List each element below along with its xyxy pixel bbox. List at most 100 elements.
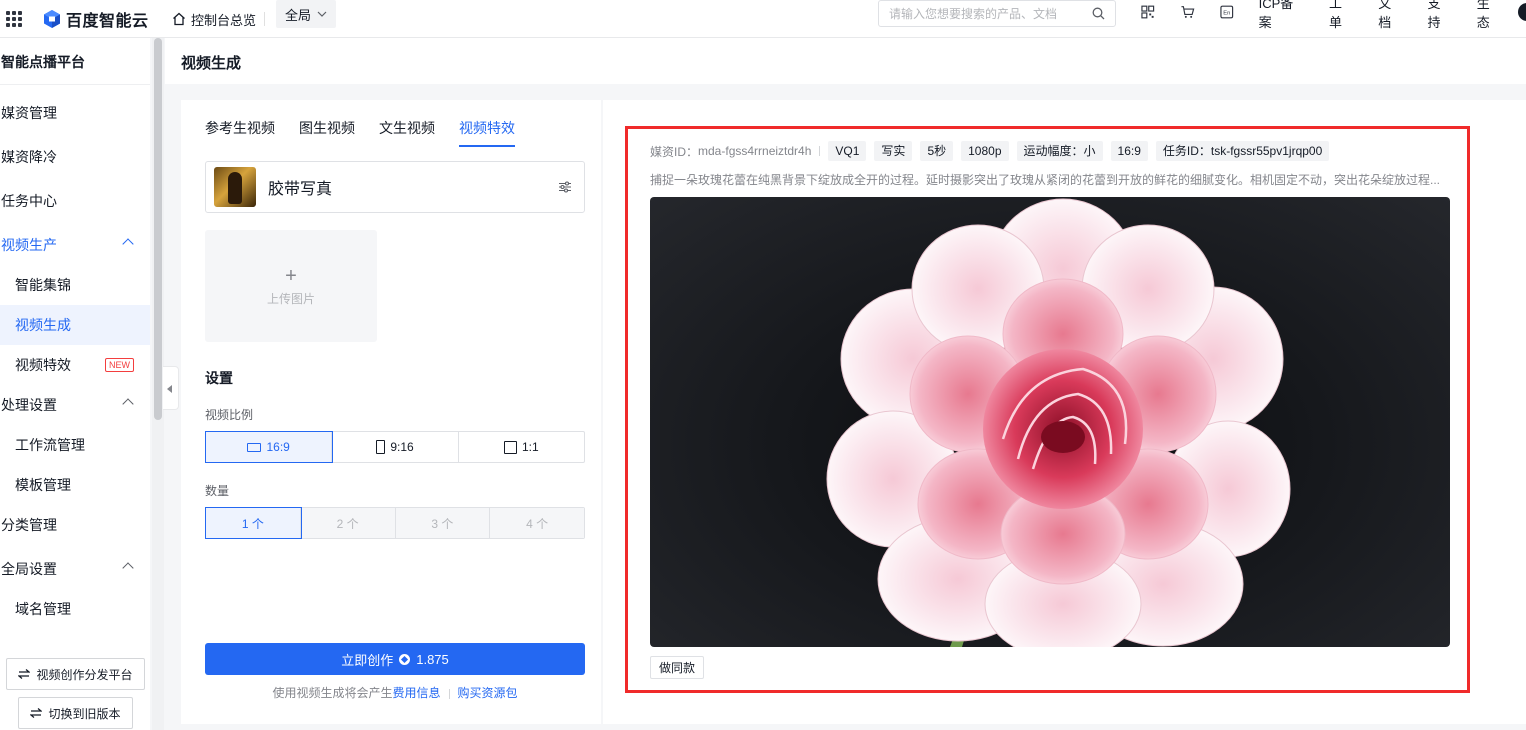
count-option-3[interactable]: 3 个 [395,508,491,538]
sidebar-group-video-production[interactable]: 视频生产 [0,225,150,265]
icp-link[interactable]: ICP备案 [1259,0,1305,31]
fee-info-link[interactable]: 费用信息 [392,686,440,700]
support-link[interactable]: 支持 [1427,0,1452,31]
ecosystem-link[interactable]: 生态 [1477,0,1502,31]
count-option-1[interactable]: 1 个 [205,507,302,539]
tab-reference-video[interactable]: 参考生视频 [205,118,275,147]
sidebar-group-processing[interactable]: 处理设置 [0,385,150,425]
square-icon [503,440,517,454]
sidebar-item-domains[interactable]: 域名管理 [0,589,150,629]
portrait-icon [376,440,386,454]
count-option-2[interactable]: 2 个 [300,508,396,538]
credit-coin-icon [399,653,411,665]
sidebar: 智能点播平台 媒资管理 媒资降冷 任务中心 视频生产 智能集锦 视频生成 视频特… [0,38,150,730]
sidebar-item-label: 视频生产 [1,237,57,253]
sidebar-title: 智能点播平台 [1,54,85,70]
fee-text: 使用视频生成将会产生 [272,686,393,700]
global-search [878,0,1116,27]
ratio-selector: 16:9 9:16 1:1 [204,431,585,463]
chevron-down-icon [317,11,327,17]
landscape-icon [247,442,262,452]
ticket-link[interactable]: 工单 [1329,0,1354,31]
search-input[interactable] [889,6,1092,21]
creation-panel: 参考生视频 图生视频 文生视频 视频特效 胶带写真 + 上传图片 设置 视频比例… [181,100,601,724]
top-right-nav: En ICP备案 工单 文档 支持 生态 [1140,0,1526,30]
switch-old-version-button[interactable]: 切换到旧版本 [18,697,133,729]
sidebar-item-templates[interactable]: 模板管理 [0,465,150,505]
sidebar-item-workflow[interactable]: 工作流管理 [0,425,150,465]
region-select[interactable]: 全局 [276,0,337,28]
sidebar-group-global-settings[interactable]: 全局设置 [0,549,150,589]
sidebar-divider [0,84,150,85]
sidebar-item-label: 处理设置 [1,397,57,413]
upload-image-area[interactable]: + 上传图片 [205,230,377,342]
ratio-option-label: 16:9 [266,440,290,454]
ratio-option-1-1[interactable]: 1:1 [459,432,584,462]
ratio-option-label: 1:1 [521,440,539,454]
ratio-option-label: 9:16 [390,440,414,454]
sidebar-item-label: 媒资降冷 [1,149,57,165]
sidebar-item-media-cold[interactable]: 媒资降冷 [0,137,150,177]
upload-label: 上传图片 [266,291,315,306]
apps-grid-icon[interactable] [6,11,22,27]
nav-divider [264,12,265,26]
tab-image-to-video[interactable]: 图生视频 [299,118,355,147]
effect-name: 胶带写真 [268,181,333,198]
switch-old-version-label: 切换到旧版本 [48,706,121,721]
count-label: 数量 [205,484,230,498]
ratio-option-9-16[interactable]: 9:16 [332,432,459,462]
settings-title: 设置 [205,370,233,386]
qrcode-icon[interactable] [1140,4,1156,20]
highlight-frame [625,126,1470,693]
plus-icon: + [285,264,297,287]
settings-sliders-icon[interactable] [558,180,572,194]
ratio-option-16-9[interactable]: 16:9 [204,431,334,463]
search-icon[interactable] [1092,7,1105,20]
sidebar-item-highlights[interactable]: 智能集锦 [0,265,150,305]
brand-logo[interactable]: 百度智能云 [42,8,149,30]
creation-platform-button[interactable]: 视频创作分发平台 [6,658,145,690]
create-cost: 1.875 [416,651,449,667]
swap-icon [30,708,43,718]
sidebar-collapse-button[interactable] [163,366,179,410]
tab-text-to-video[interactable]: 文生视频 [379,118,435,147]
sidebar-item-task-center[interactable]: 任务中心 [0,181,150,221]
sidebar-item-label: 工作流管理 [15,437,85,453]
chevron-up-icon [122,238,134,250]
page-header: 视频生成 [165,38,1526,84]
effect-selector[interactable]: 胶带写真 [205,161,585,213]
count-selector: 1 个 2 个 3 个 4 个 [205,507,585,539]
cart-icon[interactable] [1180,4,1196,20]
ratio-label: 视频比例 [205,408,254,422]
cloud-logo-icon [44,10,60,28]
sidebar-item-video-effects[interactable]: 视频特效 NEW [0,345,150,385]
brand-name: 百度智能云 [66,13,149,30]
count-option-4[interactable]: 4 个 [490,508,584,538]
home-icon [173,12,185,26]
fee-notice: 使用视频生成将会产生费用信息 购买资源包 [205,684,585,701]
sidebar-item-video-generation[interactable]: 视频生成 [0,305,150,345]
buy-package-link[interactable]: 购买资源包 [458,686,518,700]
console-home-link[interactable]: 控制台总览 [172,0,256,38]
sidebar-item-label: 域名管理 [15,601,71,617]
sidebar-item-label: 模板管理 [15,477,71,493]
creation-platform-label: 视频创作分发平台 [36,667,133,682]
tab-video-effects[interactable]: 视频特效 [459,118,515,147]
region-label: 全局 [285,7,312,23]
effect-thumbnail [214,167,256,207]
sidebar-item-label: 媒资管理 [1,105,57,121]
sidebar-item-categories[interactable]: 分类管理 [0,505,150,545]
link-divider [448,688,450,699]
page-title: 视频生成 [181,55,242,72]
sidebar-item-label: 智能集锦 [15,277,71,293]
sidebar-item-label: 分类管理 [1,517,57,533]
sidebar-item-media[interactable]: 媒资管理 [0,93,150,133]
sidebar-scrollbar[interactable] [154,38,162,420]
console-home-label: 控制台总览 [191,12,257,28]
create-now-button[interactable]: 立即创作 1.875 [205,643,585,675]
sidebar-item-label: 全局设置 [1,561,57,577]
language-icon[interactable]: En [1219,4,1235,20]
docs-link[interactable]: 文档 [1378,0,1403,31]
new-badge: NEW [105,358,134,372]
top-bar: 百度智能云 控制台总览 全局 En ICP备案 工单 文档 支持 生态 [0,0,1526,38]
